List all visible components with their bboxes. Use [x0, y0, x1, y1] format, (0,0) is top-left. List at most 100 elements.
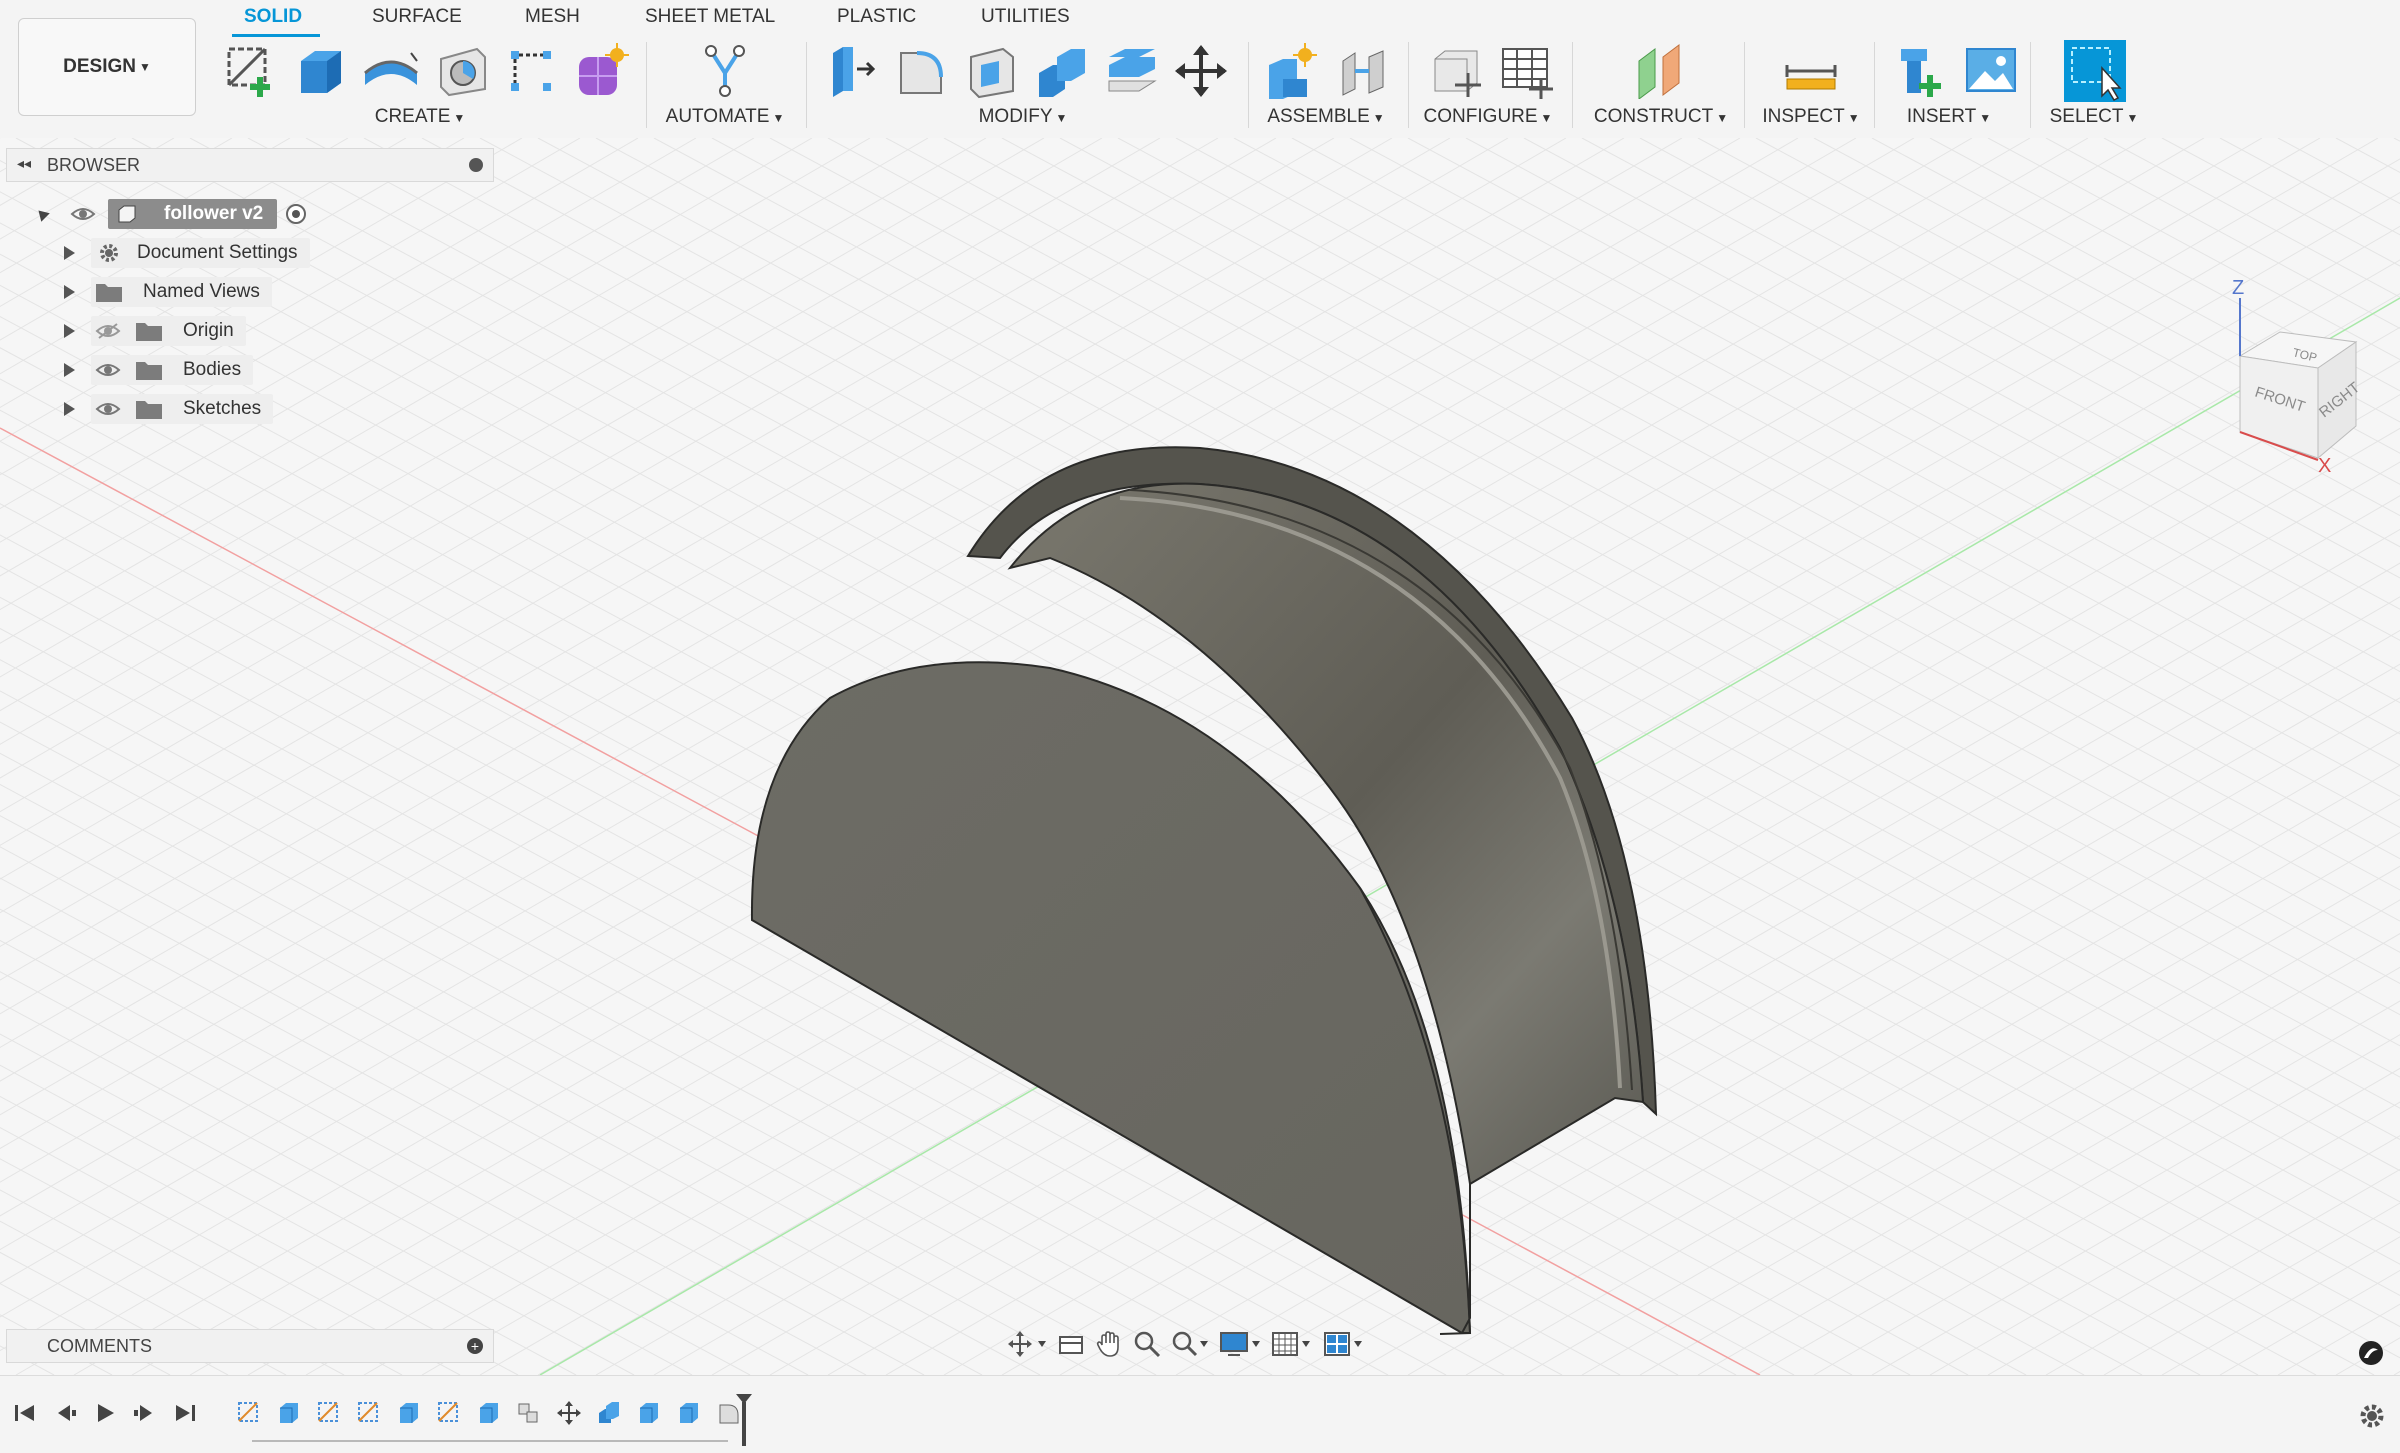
tree-item-bodies[interactable]: Bodies — [36, 354, 496, 386]
viewports-icon[interactable] — [1322, 1329, 1366, 1359]
timeline-sketch-icon[interactable] — [236, 1400, 262, 1426]
move-icon[interactable] — [1170, 40, 1232, 102]
tab-mesh[interactable]: MESH — [525, 6, 580, 28]
eye-icon[interactable] — [70, 205, 96, 223]
configuration-table-icon[interactable] — [1496, 40, 1558, 102]
go-to-end-icon[interactable] — [172, 1402, 198, 1424]
expand-triangle-icon[interactable] — [64, 285, 75, 299]
timeline-extrude-icon[interactable] — [276, 1400, 302, 1426]
insert-menu[interactable]: INSERT ▼ — [1907, 106, 1991, 128]
select-menu[interactable]: SELECT ▼ — [2050, 106, 2139, 128]
activate-radio-icon[interactable] — [285, 203, 307, 225]
add-comment-icon[interactable]: + — [467, 1338, 483, 1354]
tree-item-label: Document Settings — [137, 242, 298, 263]
expand-triangle-icon[interactable] — [64, 363, 75, 377]
eye-hidden-icon[interactable] — [95, 322, 121, 340]
tree-item-named-views[interactable]: Named Views — [36, 276, 496, 308]
revolve-icon[interactable] — [360, 40, 422, 102]
construct-plane-icon[interactable] — [1630, 40, 1692, 102]
tree-root-row[interactable]: follower v2 — [34, 198, 496, 230]
press-pull-icon[interactable] — [820, 40, 882, 102]
component-icon — [118, 205, 136, 223]
browser-panel-header[interactable]: ◂◂ BROWSER — [6, 148, 494, 182]
tab-surface[interactable]: SURFACE — [372, 6, 462, 28]
configure-menu[interactable]: CONFIGURE ▼ — [1424, 106, 1553, 128]
construct-menu[interactable]: CONSTRUCT ▼ — [1594, 106, 1728, 128]
timeline-sketch-icon[interactable] — [436, 1400, 462, 1426]
timeline-settings-gear-icon[interactable] — [2358, 1402, 2386, 1430]
document-name[interactable]: follower v2 — [164, 203, 263, 225]
assemble-menu[interactable]: ASSEMBLE ▼ — [1267, 106, 1384, 128]
tab-plastic[interactable]: PLASTIC — [837, 6, 916, 28]
eye-icon[interactable] — [95, 361, 121, 379]
tab-sheet-metal[interactable]: SHEET METAL — [645, 6, 775, 28]
timeline-marker[interactable] — [734, 1392, 754, 1448]
timeline-sketch-icon[interactable] — [316, 1400, 342, 1426]
hole-icon[interactable] — [430, 40, 492, 102]
create-sketch-icon[interactable] — [220, 40, 282, 102]
workspace-label: DESIGN — [63, 56, 136, 77]
inspect-menu[interactable]: INSPECT ▼ — [1762, 106, 1859, 128]
joint-icon[interactable] — [1332, 40, 1394, 102]
play-icon[interactable] — [92, 1402, 118, 1424]
shell-icon[interactable] — [960, 40, 1022, 102]
grid-settings-icon[interactable] — [1270, 1329, 1314, 1359]
tab-solid[interactable]: SOLID — [244, 6, 302, 28]
timeline-joint-icon[interactable] — [516, 1400, 542, 1426]
timeline-extrude-icon[interactable] — [476, 1400, 502, 1426]
insert-canvas-icon[interactable] — [1960, 40, 2022, 102]
group-divider — [1408, 42, 1409, 128]
offset-face-icon[interactable] — [1100, 40, 1162, 102]
insert-mcmaster-icon[interactable] — [1892, 40, 1954, 102]
tree-item-sketches[interactable]: Sketches — [36, 393, 496, 425]
step-back-icon[interactable] — [52, 1402, 78, 1424]
gear-icon — [100, 244, 118, 262]
model-body[interactable] — [750, 446, 1658, 1335]
active-tab-indicator — [232, 34, 320, 37]
form-icon[interactable] — [570, 40, 632, 102]
go-to-start-icon[interactable] — [12, 1402, 38, 1424]
eye-icon[interactable] — [95, 400, 121, 418]
expand-triangle-icon[interactable] — [64, 402, 75, 416]
workspace-switcher-button[interactable]: DESIGN ▼ — [18, 18, 196, 116]
tree-item-label: Bodies — [183, 359, 242, 380]
new-component-icon[interactable] — [1260, 40, 1322, 102]
group-divider — [1572, 42, 1573, 128]
modify-menu[interactable]: MODIFY ▼ — [979, 106, 1068, 128]
group-divider — [2030, 42, 2031, 128]
orbit-icon[interactable] — [1008, 1329, 1048, 1359]
comments-panel-header[interactable]: COMMENTS + — [6, 1329, 494, 1363]
create-menu[interactable]: CREATE ▼ — [375, 106, 466, 128]
timeline-combine-icon[interactable] — [596, 1400, 622, 1426]
timeline-track — [252, 1440, 728, 1442]
folder-icon — [136, 323, 162, 341]
extrude-icon[interactable] — [290, 40, 352, 102]
tree-item-document-settings[interactable]: Document Settings — [36, 237, 496, 269]
step-forward-icon[interactable] — [132, 1402, 158, 1424]
timeline-extrude-icon[interactable] — [636, 1400, 662, 1426]
tree-item-origin[interactable]: Origin — [36, 315, 496, 347]
zoom-icon[interactable] — [1132, 1329, 1162, 1359]
automate-icon[interactable] — [694, 40, 756, 102]
look-at-icon[interactable] — [1056, 1329, 1086, 1359]
expand-triangle-icon[interactable] — [64, 246, 75, 260]
measure-icon[interactable] — [1780, 40, 1842, 102]
pan-hand-icon[interactable] — [1094, 1329, 1124, 1359]
expanded-triangle-icon[interactable] — [34, 206, 50, 222]
collapse-panel-icon[interactable]: ◂◂ — [17, 155, 31, 172]
expand-triangle-icon[interactable] — [64, 324, 75, 338]
timeline-extrude-icon[interactable] — [676, 1400, 702, 1426]
pattern-icon[interactable] — [500, 40, 562, 102]
browser-minimize-icon[interactable] — [469, 158, 483, 172]
timeline-sketch-icon[interactable] — [356, 1400, 382, 1426]
tab-utilities[interactable]: UTILITIES — [981, 6, 1070, 28]
display-settings-icon[interactable] — [1218, 1329, 1262, 1359]
select-icon[interactable] — [2064, 40, 2126, 102]
automate-menu[interactable]: AUTOMATE ▼ — [666, 106, 785, 128]
combine-icon[interactable] — [1030, 40, 1092, 102]
timeline-extrude-icon[interactable] — [396, 1400, 422, 1426]
configure-model-icon[interactable] — [1424, 40, 1486, 102]
fillet-icon[interactable] — [890, 40, 952, 102]
timeline-move-icon[interactable] — [556, 1400, 582, 1426]
zoom-window-icon[interactable] — [1170, 1329, 1210, 1359]
